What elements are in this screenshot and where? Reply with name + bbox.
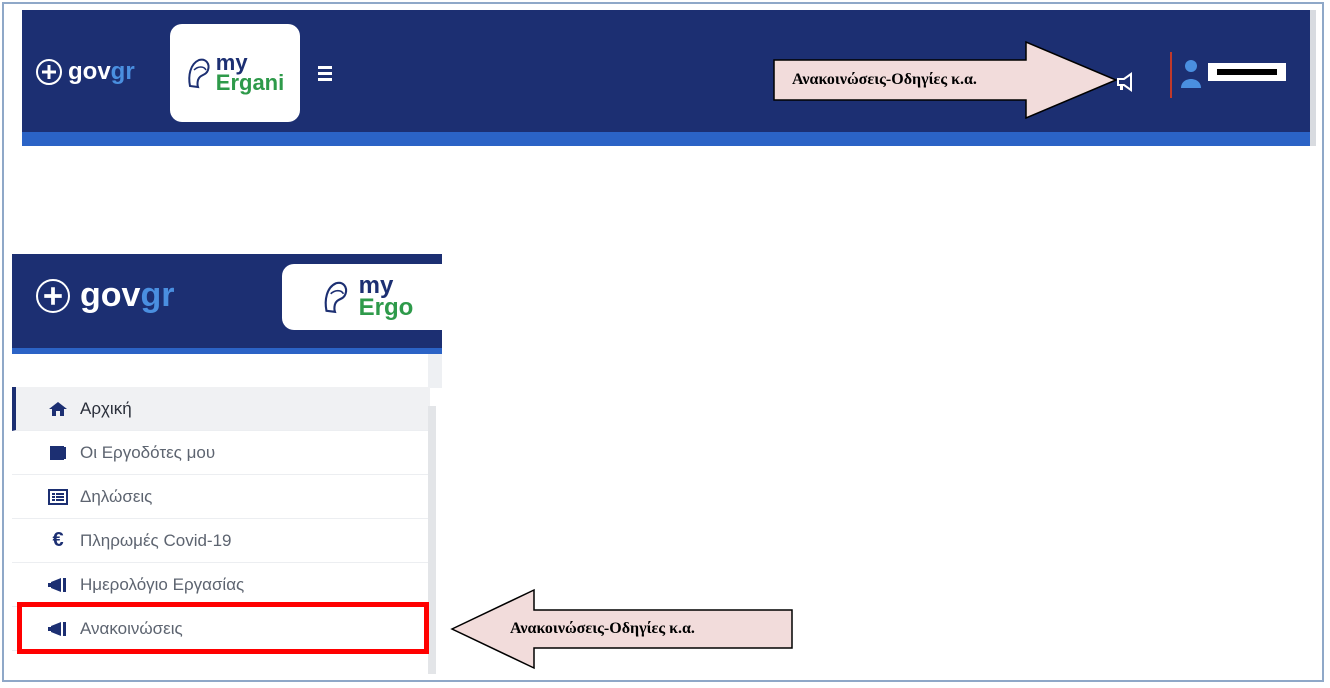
sidebar-item-label: Πληρωμές Covid-19 [80,530,232,550]
myergani-logo[interactable]: my Ergani [170,24,300,122]
sidebar-item-covid-payments[interactable]: € Πληρωμές Covid-19 [12,519,430,563]
sidebar-item-label: Αρχική [80,398,132,418]
crop-mask [442,254,482,354]
announcements-megaphone-icon[interactable] [1115,72,1137,94]
menu-toggle-icon[interactable] [318,66,332,84]
callout-label-side: Ανακοινώσεις-Οδηγίες κ.α. [510,620,695,637]
header-divider [1170,52,1172,98]
page-scrollbar[interactable] [1310,10,1316,146]
myergani-logo-zoomed[interactable]: my Ergo [282,264,452,330]
greek-emblem-icon [36,59,62,85]
govgr-logo-zoomed[interactable]: gov gr [36,276,174,315]
user-name-redacted[interactable] [1208,63,1286,81]
home-icon [46,400,70,418]
book-icon [46,444,70,462]
list-icon [46,488,70,506]
header-accent-strip [22,132,1310,146]
callout-label-top: Ανακοινώσεις-Οδηγίες κ.α. [792,71,977,88]
sidebar-item-label: Δηλώσεις [80,486,153,506]
zoomed-header-strip [12,348,442,354]
sidebar-scrollbar[interactable] [428,406,436,674]
zoomed-content-edge [428,354,442,388]
sidebar-item-label: Ημερολόγιο Εργασίας [80,574,245,594]
megaphone-icon [46,576,70,594]
sidebar-item-label: Οι Εργοδότες μου [80,442,216,462]
greek-emblem-icon [36,278,70,313]
gov-text: gov [80,276,141,314]
highlight-box-announcements [17,602,429,654]
user-icon[interactable] [1180,58,1202,88]
euro-icon: € [52,529,64,551]
sidebar-item-home[interactable]: Αρχική [12,387,430,431]
logo-ergani-text: Ergo [358,294,414,321]
logo-ergani-text: Ergani [215,70,285,95]
gr-text: gr [110,58,135,85]
gov-text: gov [68,58,111,85]
helmet-icon [188,58,210,89]
govgr-logo[interactable]: gov gr [36,58,135,86]
helmet-icon [324,281,347,314]
sidebar-item-work-calendar[interactable]: Ημερολόγιο Εργασίας [12,563,430,607]
gr-text: gr [140,276,175,314]
sidebar-item-declarations[interactable]: Δηλώσεις [12,475,430,519]
sidebar-item-employers[interactable]: Οι Εργοδότες μου [12,431,430,475]
